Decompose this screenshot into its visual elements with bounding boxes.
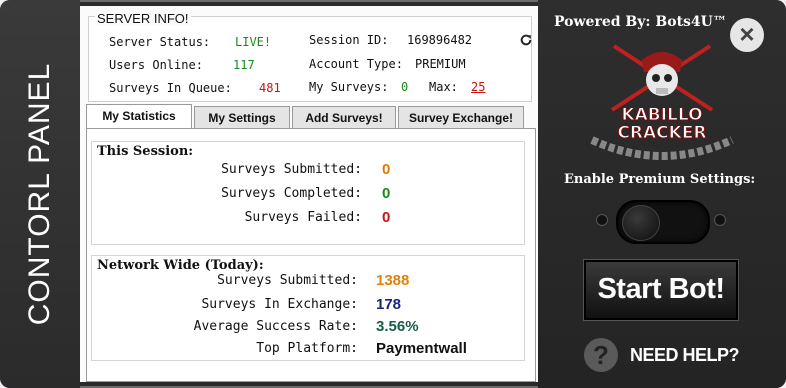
my-surveys-label: My Surveys:	[309, 80, 389, 94]
session-group: This Session: Surveys Submitted: 0 Surve…	[91, 141, 525, 245]
help-icon[interactable]: ?	[584, 338, 618, 372]
tab-my-settings[interactable]: My Settings	[194, 106, 290, 129]
tab-my-statistics[interactable]: My Statistics	[86, 104, 192, 129]
powered-by-label: Powered By: Bots4U™	[554, 14, 727, 30]
max-value[interactable]: 25	[471, 80, 485, 94]
server-info-title: SERVER INFO!	[95, 11, 191, 26]
main-panel: SERVER INFO! Server Status: LIVE! Users …	[80, 6, 538, 382]
tab-survey-exchange[interactable]: Survey Exchange!	[398, 106, 524, 129]
toggle-knob[interactable]	[622, 205, 660, 241]
users-online-label: Users Online:	[109, 58, 203, 72]
tab-add-surveys[interactable]: Add Surveys!	[292, 106, 396, 129]
session-id-label: Session ID:	[309, 33, 389, 47]
sidebar-title: CONTORL PANEL	[23, 62, 56, 326]
server-status-label: Server Status:	[109, 35, 211, 49]
network-submitted-value: 1388	[376, 272, 410, 289]
account-type-value: PREMIUM	[415, 57, 466, 71]
server-status-value: LIVE!	[235, 35, 272, 49]
logo-line2: CRACKER	[617, 123, 706, 143]
network-platform-value: Paymentwall	[376, 340, 467, 357]
my-surveys-value: 0	[401, 80, 409, 94]
help-label[interactable]: NEED HELP?	[630, 345, 740, 366]
session-failed-value: 0	[382, 209, 391, 226]
network-title: Network Wide (Today):	[97, 258, 264, 273]
network-group: Network Wide (Today): Surveys Submitted:…	[91, 255, 525, 361]
network-success-value: 3.56%	[376, 318, 419, 335]
max-label: Max:	[429, 80, 458, 94]
statistics-panel: This Session: Surveys Submitted: 0 Surve…	[86, 128, 536, 382]
session-completed-label: Surveys Completed:	[221, 186, 362, 201]
logo: KABILLO CRACKER	[590, 44, 734, 160]
network-submitted-label: Surveys Submitted:	[217, 273, 358, 288]
premium-toggle[interactable]	[616, 200, 710, 244]
logo-line1: KABILLO	[621, 105, 702, 125]
session-submitted-label: Surveys Submitted:	[221, 162, 362, 177]
session-title: This Session:	[97, 144, 194, 159]
control-panel-window: CONTORL PANEL SERVER INFO! Server Status…	[0, 0, 786, 388]
server-info-box: SERVER INFO! Server Status: LIVE! Users …	[88, 11, 533, 102]
start-bot-button[interactable]: Start Bot!	[584, 260, 738, 320]
toggle-left-dot	[596, 214, 608, 226]
toggle-right-dot	[714, 214, 726, 226]
network-exchange-label: Surveys In Exchange:	[201, 297, 358, 312]
network-exchange-value: 178	[376, 296, 402, 313]
right-panel: Powered By: Bots4U™ × KABILLO CRACKER En…	[538, 0, 786, 388]
premium-settings-label: Enable Premium Settings:	[564, 172, 756, 187]
session-id-value: 169896482	[407, 33, 473, 47]
users-online-value: 117	[233, 58, 255, 72]
network-platform-label: Top Platform:	[256, 341, 358, 356]
session-submitted-value: 0	[382, 161, 391, 178]
account-type-label: Account Type:	[309, 57, 403, 71]
tab-bar: My Statistics My Settings Add Surveys! S…	[86, 104, 536, 129]
sidebar: CONTORL PANEL	[0, 0, 80, 388]
session-failed-label: Surveys Failed:	[244, 210, 362, 225]
refresh-icon[interactable]	[519, 33, 533, 47]
surveys-queue-label: Surveys In Queue:	[109, 81, 232, 95]
session-completed-value: 0	[382, 185, 391, 202]
surveys-queue-value: 481	[259, 81, 281, 95]
network-success-label: Average Success Rate:	[193, 319, 358, 334]
